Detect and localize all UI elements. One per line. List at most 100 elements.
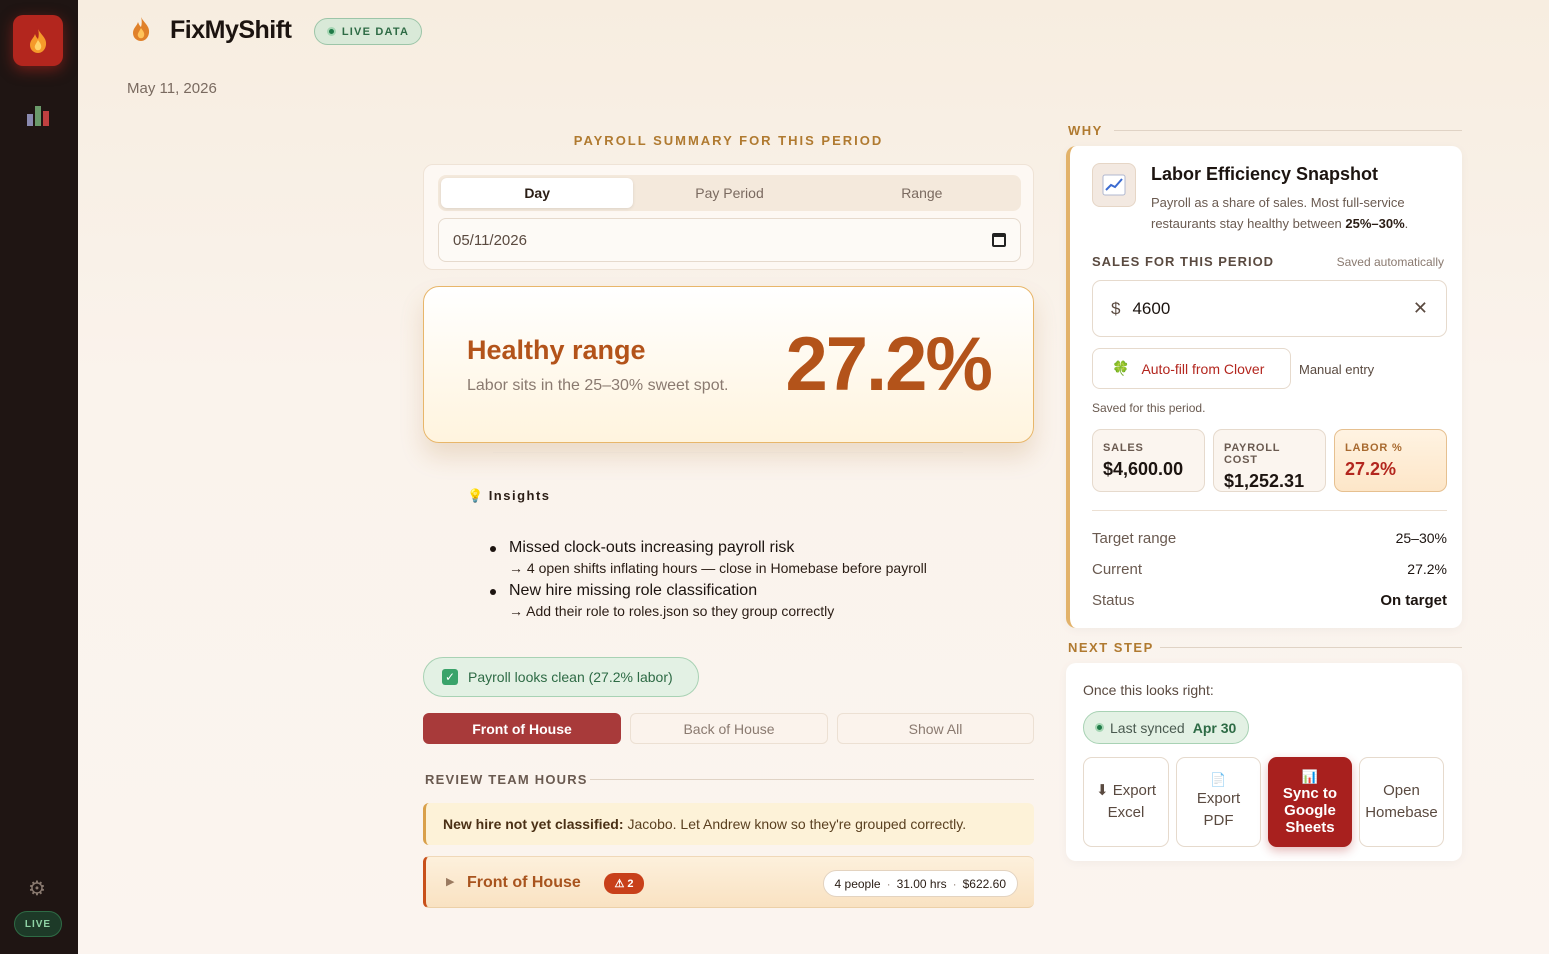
row-key: Current — [1092, 561, 1143, 578]
separator: · — [952, 876, 957, 891]
tab-pay-period[interactable]: Pay Period — [633, 178, 825, 208]
filter-back-of-house[interactable]: Back of House — [630, 713, 828, 744]
button-label: Open — [1383, 782, 1420, 799]
sales-input[interactable]: $ 4600 ✕ — [1092, 280, 1447, 337]
insight-title: Missed clock-outs increasing payroll ris… — [509, 539, 795, 556]
clear-icon[interactable]: ✕ — [1413, 298, 1428, 319]
filter-show-all[interactable]: Show All — [837, 713, 1034, 744]
stat-value: $1,252.31 — [1224, 471, 1305, 491]
insight-action: → 4 open shifts inflating hours — close … — [509, 560, 927, 576]
front-of-house-group[interactable]: ▶ Front of House ⚠ 2 4 people · 31.00 hrs… — [423, 856, 1034, 908]
download-icon: ⬇ — [1095, 782, 1109, 799]
payroll-clean-badge: ✓ Payroll looks clean (27.2% labor) — [423, 657, 699, 697]
current-date: May 11, 2026 — [127, 80, 217, 97]
insights-list: Missed clock-outs increasing payroll ris… — [488, 538, 1008, 624]
export-pdf-button[interactable]: 📄 Export PDF — [1176, 757, 1261, 847]
last-synced-badge: Last synced Apr 30 — [1083, 711, 1249, 744]
stat-label: SALES — [1103, 442, 1144, 454]
checkbox-checked-icon: ✓ — [442, 669, 458, 685]
filter-front-of-house[interactable]: Front of House — [423, 713, 621, 744]
flame-logo-icon[interactable] — [13, 15, 63, 66]
next-step-heading: NEXT STEP — [1068, 640, 1154, 655]
current-row: Current 27.2% — [1092, 561, 1447, 578]
autofill-clover-button[interactable]: 🍀 Auto-fill from Clover — [1092, 348, 1291, 389]
new-hire-warning: New hire not yet classified: Jacobo. Let… — [423, 803, 1034, 845]
row-key: Status — [1092, 592, 1135, 609]
payroll-summary-title: PAYROLL SUMMARY FOR THIS PERIOD — [573, 133, 884, 148]
period-picker: Day Pay Period Range 05/11/2026 — [423, 164, 1034, 270]
separator: · — [886, 876, 891, 891]
button-label: Sync to — [1282, 784, 1338, 802]
snapshot-description: Payroll as a share of sales. Most full-s… — [1151, 192, 1441, 234]
divider — [493, 452, 963, 453]
sync-dot-icon — [1095, 723, 1104, 732]
health-status-title: Healthy range — [467, 335, 646, 365]
review-team-hours-heading: REVIEW TEAM HOURS — [425, 772, 588, 787]
stat-label: PAYROLL COST — [1224, 442, 1281, 466]
calendar-icon[interactable] — [992, 233, 1006, 247]
autofill-clover-label: Auto-fill from Clover — [1141, 360, 1265, 377]
insights-heading: 💡 Insights — [467, 488, 551, 504]
group-stats: 4 people · 31.00 hrs · $622.60 — [822, 870, 1018, 897]
group-cost: $622.60 — [962, 876, 1006, 891]
brand-flame-icon — [130, 16, 152, 49]
health-status-subtitle: Labor sits in the 25–30% sweet spot. — [467, 377, 729, 394]
sidebar: ⚙ LIVE — [0, 0, 78, 954]
list-item: Missed clock-outs increasing payroll ris… — [488, 538, 1008, 578]
tab-range[interactable]: Range — [826, 178, 1018, 208]
chart-icon: 📊 — [1301, 768, 1319, 784]
list-item: New hire missing role classification → A… — [488, 581, 1008, 621]
labor-health-card: Healthy range Labor sits in the 25–30% s… — [423, 286, 1034, 443]
alert-count-badge: ⚠ 2 — [604, 873, 644, 894]
lightbulb-icon: 💡 — [467, 488, 485, 503]
gear-icon[interactable]: ⚙ — [28, 876, 46, 901]
warning-bold-text: New hire not yet classified: — [443, 816, 624, 832]
stat-label: LABOR % — [1345, 442, 1403, 454]
button-label: Export — [1196, 790, 1241, 807]
row-value: 25–30% — [1395, 530, 1447, 546]
divider — [1160, 647, 1462, 648]
open-homebase-button[interactable]: Open Homebase — [1359, 757, 1444, 847]
sales-input-value: 4600 — [1132, 298, 1171, 318]
snapshot-desc-suffix: . — [1404, 216, 1409, 231]
insight-action: → Add their role to roles.json so they g… — [509, 603, 835, 619]
stat-value: $4,600.00 — [1103, 459, 1184, 479]
clover-icon: 🍀 — [1112, 360, 1130, 376]
period-tabs: Day Pay Period Range — [438, 175, 1021, 211]
date-field-value: 05/11/2026 — [453, 231, 527, 249]
row-value: 27.2% — [1407, 561, 1447, 577]
date-field[interactable]: 05/11/2026 — [438, 218, 1021, 262]
chart-icon[interactable] — [27, 106, 49, 126]
button-label: Sheets — [1285, 818, 1335, 836]
labor-percent-stat: LABOR % 27.2% — [1334, 429, 1447, 492]
warning-icon: ⚠ — [614, 878, 625, 890]
tab-day[interactable]: Day — [441, 178, 634, 208]
last-synced-label: Last synced — [1110, 719, 1185, 736]
live-data-label: LIVE DATA — [341, 25, 410, 38]
insights-heading-label: Insights — [488, 488, 551, 503]
button-label: Google — [1284, 801, 1336, 819]
expand-arrow-icon[interactable]: ▶ — [446, 875, 454, 888]
manual-entry-link[interactable]: Manual entry — [1299, 362, 1374, 377]
divider — [590, 779, 1034, 780]
button-label: Excel — [1107, 804, 1145, 821]
saved-period-text: Saved for this period. — [1092, 401, 1206, 415]
next-step-card: Once this looks right: Last synced Apr 3… — [1066, 663, 1462, 861]
row-key: Target range — [1092, 530, 1177, 547]
live-status-badge: LIVE — [14, 911, 62, 937]
row-value: On target — [1380, 592, 1447, 609]
button-label: Export — [1112, 782, 1157, 799]
sync-google-sheets-button[interactable]: 📊 Sync to Google Sheets — [1268, 757, 1352, 847]
button-label: PDF — [1203, 812, 1234, 829]
target-range-row: Target range 25–30% — [1092, 530, 1447, 547]
button-label: Homebase — [1365, 804, 1438, 821]
group-people: 4 people — [834, 876, 881, 891]
next-step-instruction: Once this looks right: — [1083, 682, 1214, 698]
sales-heading: SALES FOR THIS PERIOD — [1092, 254, 1275, 269]
export-excel-button[interactable]: ⬇ Export Excel — [1083, 757, 1169, 847]
sales-stat: SALES $4,600.00 — [1092, 429, 1205, 492]
trend-chart-icon — [1092, 163, 1136, 207]
payroll-clean-label: Payroll looks clean (27.2% labor) — [468, 669, 673, 685]
app-title: FixMyShift — [170, 16, 292, 44]
last-synced-date: Apr 30 — [1192, 719, 1237, 736]
